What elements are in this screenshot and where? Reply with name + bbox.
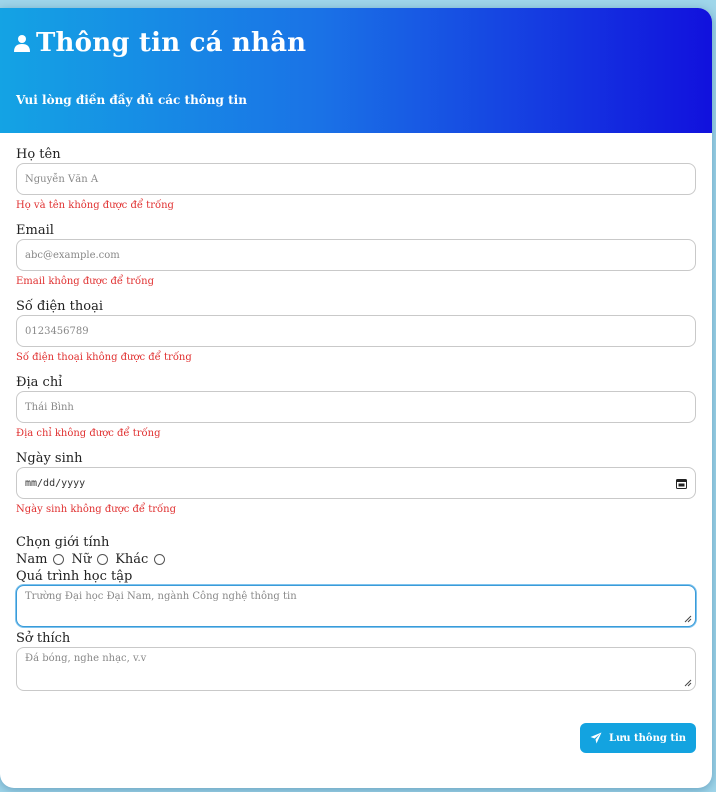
address-input[interactable]: Thái Bình xyxy=(16,391,696,423)
hobbies-textarea[interactable]: Đá bóng, nghe nhạc, v.v xyxy=(16,647,696,691)
dob-label: Ngày sinh xyxy=(16,451,83,466)
save-button[interactable]: Lưu thông tin xyxy=(580,723,696,753)
gender-option-nu-label: Nữ xyxy=(71,551,92,567)
name-label: Họ tên xyxy=(16,147,61,162)
phone-placeholder: 0123456789 xyxy=(25,325,89,337)
gender-options: Nam Nữ Khác xyxy=(16,551,696,567)
save-button-label: Lưu thông tin xyxy=(608,732,687,744)
gender-label: Chọn giới tính xyxy=(16,535,110,550)
email-error: Email không được để trống xyxy=(16,276,154,287)
send-icon xyxy=(590,732,602,744)
gender-radio-nu[interactable] xyxy=(97,553,109,565)
email-placeholder: abc@example.com xyxy=(25,249,120,261)
hobbies-placeholder: Đá bóng, nghe nhạc, v.v xyxy=(25,653,147,664)
email-input[interactable]: abc@example.com xyxy=(16,239,696,271)
education-label: Quá trình học tập xyxy=(16,569,133,584)
profile-form: Họ tên Nguyễn Văn A Họ và tên không được… xyxy=(0,133,712,691)
dob-placeholder: mm/dd/yyyy xyxy=(25,477,86,489)
address-error: Địa chỉ không được để trống xyxy=(16,428,161,439)
phone-label: Số điện thoại xyxy=(16,299,104,314)
phone-error: Số điện thoại không được để trống xyxy=(16,352,192,363)
name-placeholder: Nguyễn Văn A xyxy=(25,173,99,185)
dob-input[interactable]: mm/dd/yyyy xyxy=(16,467,696,499)
page-title: Thông tin cá nhân xyxy=(36,28,307,58)
dob-error: Ngày sinh không được để trống xyxy=(16,504,177,515)
education-placeholder: Trường Đại học Đại Nam, ngành Công nghệ … xyxy=(25,591,297,602)
email-label: Email xyxy=(16,223,54,238)
address-placeholder: Thái Bình xyxy=(25,401,74,413)
resize-grip-icon[interactable] xyxy=(684,615,692,623)
calendar-icon[interactable] xyxy=(676,478,687,489)
education-textarea[interactable]: Trường Đại học Đại Nam, ngành Công nghệ … xyxy=(16,585,696,627)
page-subtitle: Vui lòng điền đầy đủ các thông tin xyxy=(16,93,247,107)
form-header: Thông tin cá nhân Vui lòng điền đầy đủ c… xyxy=(0,8,712,133)
hobbies-label: Sở thích xyxy=(16,631,71,646)
user-icon xyxy=(14,35,30,52)
address-label: Địa chỉ xyxy=(16,375,63,390)
gender-radio-nam[interactable] xyxy=(53,553,65,565)
phone-input[interactable]: 0123456789 xyxy=(16,315,696,347)
title-row: Thông tin cá nhân xyxy=(14,28,306,58)
gender-option-khac-label: Khác xyxy=(115,551,149,567)
name-error: Họ và tên không được để trống xyxy=(16,200,174,211)
profile-form-card: Thông tin cá nhân Vui lòng điền đầy đủ c… xyxy=(0,8,712,788)
gender-radio-khac[interactable] xyxy=(154,553,166,565)
gender-option-nam-label: Nam xyxy=(16,551,48,567)
resize-grip-icon[interactable] xyxy=(684,679,692,687)
name-input[interactable]: Nguyễn Văn A xyxy=(16,163,696,195)
